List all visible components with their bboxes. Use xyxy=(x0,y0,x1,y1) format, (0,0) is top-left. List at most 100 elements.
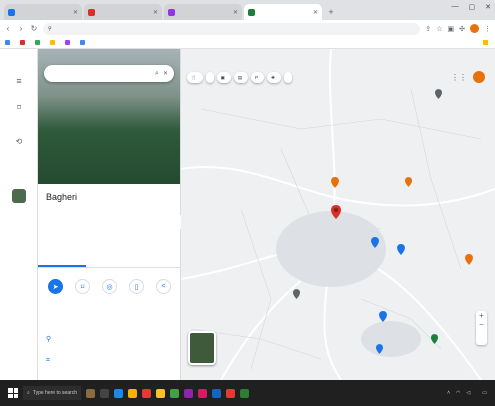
directions-icon: ➤ xyxy=(48,279,63,294)
zoom-in-button[interactable]: + xyxy=(476,311,487,320)
all-bookmarks[interactable] xyxy=(483,40,490,45)
menu-icon[interactable]: ≡ xyxy=(0,76,38,86)
tab-overview[interactable] xyxy=(38,252,86,267)
new-tab-button[interactable]: + xyxy=(324,4,338,20)
close-icon[interactable]: ✕ xyxy=(233,9,238,16)
nearby-icon: ◎ xyxy=(102,279,117,294)
close-icon[interactable]: ✕ xyxy=(313,9,318,16)
search-icon: ⌕ xyxy=(27,390,30,396)
orange-poi-pin-icon[interactable] xyxy=(331,177,339,188)
share-icon[interactable]: ⇪ xyxy=(425,25,431,33)
puzzle-icon[interactable]: ✣ xyxy=(459,25,465,33)
file-explorer-icon[interactable] xyxy=(128,388,137,398)
blue-poi-pin-icon[interactable] xyxy=(376,344,383,354)
wifi-icon[interactable]: ◠ xyxy=(456,390,460,396)
green-poi-pin-icon[interactable] xyxy=(431,334,438,344)
forward-icon[interactable]: › xyxy=(17,24,25,33)
close-window-icon[interactable]: ✕ xyxy=(485,3,491,11)
taskbar-app-icon[interactable] xyxy=(114,388,123,398)
taskbar-app-icon[interactable] xyxy=(198,388,207,398)
orange-poi-pin-icon[interactable] xyxy=(405,177,412,187)
recent-place-button[interactable] xyxy=(0,189,38,203)
url-field[interactable]: ⚲ xyxy=(43,22,421,35)
orange-poi-pin-icon[interactable] xyxy=(465,254,473,265)
close-icon[interactable]: ✕ xyxy=(153,9,158,16)
chip-transit[interactable]: ▤ xyxy=(233,72,249,83)
volume-icon[interactable]: ◁ xyxy=(466,390,470,396)
recents-button[interactable]: ⟲ xyxy=(0,137,38,146)
back-icon[interactable]: ‹ xyxy=(4,24,12,33)
selected-place-pin-icon[interactable] xyxy=(331,205,341,219)
notifications-icon[interactable]: ▭ xyxy=(482,390,487,396)
bookmark-item[interactable] xyxy=(5,40,12,45)
taskbar-app-icon[interactable] xyxy=(86,388,95,398)
chip-atms[interactable] xyxy=(283,72,292,83)
taskbar-app-icon[interactable] xyxy=(142,388,151,398)
browser-tab-1[interactable]: ✕ xyxy=(4,4,82,20)
bookmark-item[interactable] xyxy=(50,40,57,45)
close-icon[interactable]: ✕ xyxy=(163,70,168,77)
saved-button[interactable]: ⌑ xyxy=(0,103,38,112)
gray-poi-pin-icon[interactable] xyxy=(293,289,300,299)
tab-about[interactable] xyxy=(133,252,180,267)
windows-start-icon[interactable] xyxy=(8,388,18,398)
save-button[interactable]: ⌑ xyxy=(73,279,93,296)
blue-poi-pin-icon[interactable] xyxy=(397,244,405,255)
taskbar-search[interactable]: ⌕ Type here to search xyxy=(23,386,81,400)
send-to-phone-button[interactable]: ▯ xyxy=(127,279,147,296)
address-bar: ‹ › ↻ ⚲ ⇪ ☆ ▣ ✣ ⋮ xyxy=(0,20,495,37)
browser-tab-4-active[interactable]: ✕ xyxy=(244,4,322,20)
blue-poi-pin-icon[interactable] xyxy=(371,237,379,248)
close-icon[interactable]: ✕ xyxy=(73,9,78,16)
bookmark-item[interactable] xyxy=(20,40,27,45)
chrome-icon[interactable] xyxy=(156,388,165,398)
info-row-address[interactable]: ⚲ xyxy=(46,335,62,343)
taskbar-app-icon[interactable] xyxy=(240,388,249,398)
place-actions: ➤ ⌑ ◎ ▯ < xyxy=(38,279,180,296)
blue-poi-pin-icon[interactable] xyxy=(379,311,387,322)
plus-code-icon: ⌗ xyxy=(46,357,50,364)
chip-hotels[interactable] xyxy=(205,72,214,83)
tab-favicon-icon xyxy=(88,8,95,16)
zoom-out-button[interactable]: − xyxy=(476,320,487,329)
kebab-menu-icon[interactable]: ⋮ xyxy=(484,25,491,33)
layers-button[interactable] xyxy=(188,331,216,365)
reload-icon[interactable]: ↻ xyxy=(30,24,38,33)
map-profile-avatar[interactable] xyxy=(473,71,485,83)
search-input[interactable] xyxy=(50,69,152,78)
chip-parking[interactable]: P xyxy=(251,72,265,83)
browser-tab-3[interactable]: ✕ xyxy=(164,4,242,20)
taskbar-app-icon[interactable] xyxy=(226,388,235,398)
bookmark-item[interactable] xyxy=(35,40,42,45)
browser-tab-2[interactable]: ✕ xyxy=(84,4,162,20)
tab-reviews[interactable] xyxy=(86,252,134,267)
bookmark-item[interactable] xyxy=(65,40,72,45)
profile-avatar[interactable] xyxy=(470,24,479,33)
task-view-icon[interactable] xyxy=(100,388,109,398)
extension-icon[interactable]: ▣ xyxy=(448,25,455,33)
bookmark-star-icon[interactable]: ☆ xyxy=(436,25,442,33)
info-row-plus-code[interactable]: ⌗ xyxy=(46,357,62,365)
taskbar-app-icon[interactable] xyxy=(170,388,179,398)
search-icon[interactable]: ⌕ xyxy=(155,70,159,78)
pharmacy-icon: ✚ xyxy=(271,74,275,80)
bookmark-icon: ⌑ xyxy=(16,103,22,112)
taskbar-app-icon[interactable] xyxy=(184,388,193,398)
taskbar-app-icon[interactable] xyxy=(212,388,221,398)
directions-button[interactable]: ➤ xyxy=(46,279,66,296)
chip-things-to-do[interactable]: ▣ xyxy=(216,72,231,83)
share-button[interactable]: < xyxy=(154,279,174,296)
gray-poi-pin-icon[interactable] xyxy=(435,89,442,99)
maximize-icon[interactable]: ▢ xyxy=(469,3,476,11)
chip-pharmacies[interactable]: ✚ xyxy=(267,72,281,83)
chip-restaurants[interactable]: 🍴 xyxy=(187,72,203,83)
minimize-icon[interactable]: — xyxy=(452,3,459,11)
bookmark-item[interactable] xyxy=(80,40,87,45)
chevron-up-icon[interactable]: ˄ xyxy=(447,390,450,396)
site-info-icon[interactable]: ⚲ xyxy=(48,26,52,32)
map-canvas[interactable]: 🍴 ▣ ▤ P ✚ ⋮⋮ + − xyxy=(181,49,495,380)
restaurant-icon: 🍴 xyxy=(191,74,197,80)
nearby-button[interactable]: ◎ xyxy=(100,279,120,296)
apps-grid-icon[interactable]: ⋮⋮ xyxy=(451,73,467,82)
tab-strip: ✕ ✕ ✕ ✕ + — ▢ ✕ xyxy=(0,0,495,20)
